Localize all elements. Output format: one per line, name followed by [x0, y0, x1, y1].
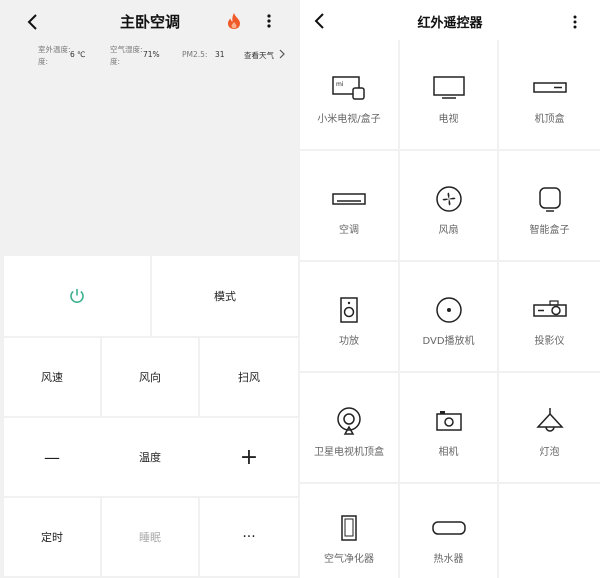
device-dvd-player[interactable]: DVD播放机 [400, 262, 497, 371]
control-panel: 模式 风速 风向 扫风 — 温度 + 定时 睡眠 ··· [4, 256, 298, 576]
projector-icon [532, 296, 568, 324]
device-label: 空调 [339, 225, 359, 236]
wind-direction-button[interactable]: 风向 [102, 338, 198, 416]
smart-box-icon [537, 185, 563, 213]
more-options-icon[interactable] [264, 12, 274, 30]
heat-mode-fire-icon[interactable] [226, 12, 242, 30]
device-label: DVD播放机 [422, 336, 475, 347]
device-satellite-box[interactable]: 卫星电视机顶盒 [300, 373, 398, 482]
temperature-down-button[interactable]: — [4, 418, 100, 496]
water-heater-icon [431, 514, 467, 542]
page-title: 主卧空调 [119, 13, 180, 31]
outdoor-temp-label: 室外温度: [38, 45, 71, 54]
tv-icon [432, 74, 466, 102]
svg-text:mi: mi [336, 81, 344, 88]
device-tv[interactable]: 电视 [400, 40, 497, 149]
air-humidity-label-line2: 度: [110, 57, 121, 66]
device-air-conditioner[interactable]: 空调 [300, 151, 398, 260]
temperature-label: 温度 [139, 451, 161, 464]
ir-top-bar: 红外遥控器 [300, 0, 600, 40]
ir-page-title: 红外遥控器 [417, 16, 483, 31]
fan-icon [435, 185, 463, 213]
device-water-heater[interactable]: 热水器 [400, 484, 497, 578]
sleep-button[interactable]: 睡眠 [102, 498, 198, 576]
camera-icon [435, 407, 463, 435]
device-lamp[interactable]: 灯泡 [499, 373, 600, 482]
timer-button[interactable]: 定时 [4, 498, 100, 576]
device-label: 风扇 [438, 225, 459, 236]
device-fan[interactable]: 风扇 [400, 151, 497, 260]
outdoor-temp-value: 6 ℃ [70, 50, 86, 59]
device-label: 投影仪 [534, 336, 565, 347]
air-humidity-label: 空气湿度: [110, 45, 143, 54]
air-purifier-icon [339, 514, 359, 542]
device-empty-slot [499, 484, 600, 578]
device-smart-box[interactable]: 智能盒子 [499, 151, 600, 260]
air-humidity-value: 71% [143, 50, 160, 59]
set-top-box-icon [532, 74, 568, 102]
device-label: 机顶盒 [534, 114, 565, 125]
device-mi-tv-box[interactable]: mi 小米电视/盒子 [300, 40, 398, 149]
environment-info: 室外温度: 度: 6 ℃ 空气湿度: 度: 71% PM2.5: 31 查看天气 [0, 42, 300, 72]
more-options-icon[interactable] [570, 14, 580, 30]
satellite-icon [335, 407, 363, 435]
device-label: 智能盒子 [529, 225, 570, 236]
device-projector[interactable]: 投影仪 [499, 262, 600, 371]
device-label: 灯泡 [539, 447, 560, 458]
pm25-label: PM2.5: [182, 50, 208, 59]
mode-button[interactable]: 模式 [152, 256, 298, 336]
dvd-icon [435, 296, 463, 324]
device-label: 空气净化器 [324, 554, 374, 565]
swing-button[interactable]: 扫风 [200, 338, 298, 416]
device-label: 功放 [339, 336, 359, 347]
device-camera[interactable]: 相机 [400, 373, 497, 482]
device-label: 热水器 [433, 554, 464, 565]
air-conditioner-icon [331, 185, 367, 213]
power-icon [70, 289, 84, 303]
outdoor-temp-label-line2: 度: [38, 57, 49, 66]
pm25-value: 31 [215, 50, 225, 59]
chevron-right-icon [279, 49, 285, 59]
device-air-purifier[interactable]: 空气净化器 [300, 484, 398, 578]
ac-remote-pane: 主卧空调 室外温度: 度: 6 ℃ 空气湿度: 度: 71% PM2.5: 31… [0, 0, 300, 578]
device-amplifier[interactable]: 功放 [300, 262, 398, 371]
power-button[interactable] [4, 256, 150, 336]
amplifier-icon [338, 296, 360, 324]
view-weather-link[interactable]: 查看天气 [244, 50, 274, 61]
device-set-top-box[interactable]: 机顶盒 [499, 40, 600, 149]
ir-remote-pane: 红外遥控器 mi 小米电视/盒子 电视 机顶盒 空调 风扇 智能盒子 功放 DV… [300, 0, 600, 578]
device-label: 卫星电视机顶盒 [314, 447, 384, 458]
device-label: 相机 [438, 447, 459, 458]
device-label: 电视 [438, 114, 459, 125]
mi-tv-box-icon: mi [331, 74, 367, 102]
device-label: 小米电视/盒子 [317, 114, 381, 125]
more-button[interactable]: ··· [200, 498, 298, 576]
wind-speed-button[interactable]: 风速 [4, 338, 100, 416]
temperature-up-button[interactable]: + [200, 418, 298, 496]
lamp-icon [534, 407, 566, 435]
device-grid: mi 小米电视/盒子 电视 机顶盒 空调 风扇 智能盒子 功放 DVD播放机 投… [300, 40, 600, 578]
ac-top-bar: 主卧空调 [0, 0, 300, 44]
